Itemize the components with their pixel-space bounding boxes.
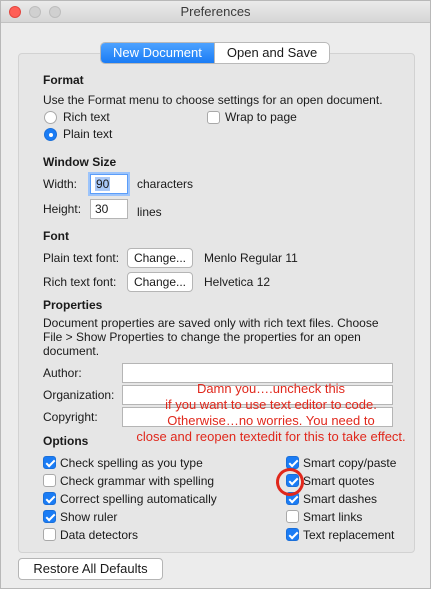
rich-text-radio[interactable] xyxy=(44,111,57,124)
width-unit: characters xyxy=(137,177,194,191)
text-replacement-checkbox[interactable] xyxy=(286,528,299,541)
data-detectors-checkbox[interactable] xyxy=(43,528,56,541)
wrap-to-page-label: Wrap to page xyxy=(225,110,297,124)
height-field[interactable]: 30 xyxy=(90,199,128,219)
height-label: Height: xyxy=(43,202,82,216)
correct-spelling-checkbox[interactable] xyxy=(43,492,56,505)
check-grammar-checkbox[interactable] xyxy=(43,474,56,487)
rich-text-label: Rich text xyxy=(63,110,110,124)
rich-font-label: Rich text font: xyxy=(43,275,117,289)
window-title: Preferences xyxy=(180,4,251,19)
smart-links-checkbox[interactable] xyxy=(286,510,299,523)
format-heading: Format xyxy=(43,73,84,87)
font-heading: Font xyxy=(43,229,69,243)
tab-new-document[interactable]: New Document xyxy=(101,43,214,63)
author-field[interactable] xyxy=(122,363,393,383)
width-value: 90 xyxy=(95,177,111,191)
annotation-note: Damn you….uncheck this if you want to us… xyxy=(136,381,406,444)
check-spelling-checkbox[interactable] xyxy=(43,456,56,469)
format-description: Use the Format menu to choose settings f… xyxy=(43,93,383,107)
change-plain-font-button[interactable]: Change... xyxy=(127,248,193,268)
check-grammar-label: Check grammar with spelling xyxy=(60,474,215,488)
properties-description-line-1: Document properties are saved only with … xyxy=(43,316,379,330)
smart-links-label: Smart links xyxy=(303,510,363,524)
tab-bar: New Document Open and Save xyxy=(100,42,331,64)
show-ruler-checkbox[interactable] xyxy=(43,510,56,523)
show-ruler-label: Show ruler xyxy=(60,510,118,524)
correct-spelling-label: Correct spelling automatically xyxy=(60,492,217,506)
change-rich-font-button[interactable]: Change... xyxy=(127,272,193,292)
author-label: Author: xyxy=(43,366,82,380)
plain-text-label: Plain text xyxy=(63,127,113,141)
options-heading: Options xyxy=(43,434,89,448)
properties-description-line-2: File > Show Properties to change the pro… xyxy=(43,330,361,344)
copyright-label: Copyright: xyxy=(43,410,98,424)
height-unit: lines xyxy=(137,205,162,219)
smart-quotes-label: Smart quotes xyxy=(303,474,375,488)
data-detectors-label: Data detectors xyxy=(60,528,139,542)
rich-font-value: Helvetica 12 xyxy=(204,275,271,289)
check-spelling-label: Check spelling as you type xyxy=(60,456,203,470)
restore-all-defaults-button[interactable]: Restore All Defaults xyxy=(18,558,163,580)
smart-copy-paste-label: Smart copy/paste xyxy=(303,456,397,470)
smart-dashes-label: Smart dashes xyxy=(303,492,378,506)
plain-text-radio[interactable] xyxy=(44,128,57,141)
width-field[interactable]: 90 xyxy=(90,174,128,194)
preferences-window: Preferences New Document Open and Save F… xyxy=(0,0,431,589)
tab-open-and-save[interactable]: Open and Save xyxy=(213,43,329,63)
organization-label: Organization: xyxy=(43,388,115,402)
plain-font-label: Plain text font: xyxy=(43,251,120,265)
properties-heading: Properties xyxy=(43,298,103,312)
plain-font-value: Menlo Regular 11 xyxy=(204,251,298,265)
title-bar: Preferences xyxy=(1,1,430,23)
text-replacement-label: Text replacement xyxy=(303,528,395,542)
wrap-to-page-checkbox[interactable] xyxy=(207,111,220,124)
width-label: Width: xyxy=(43,177,78,191)
window-size-heading: Window Size xyxy=(43,155,117,169)
properties-description-line-3: document. xyxy=(43,344,100,358)
